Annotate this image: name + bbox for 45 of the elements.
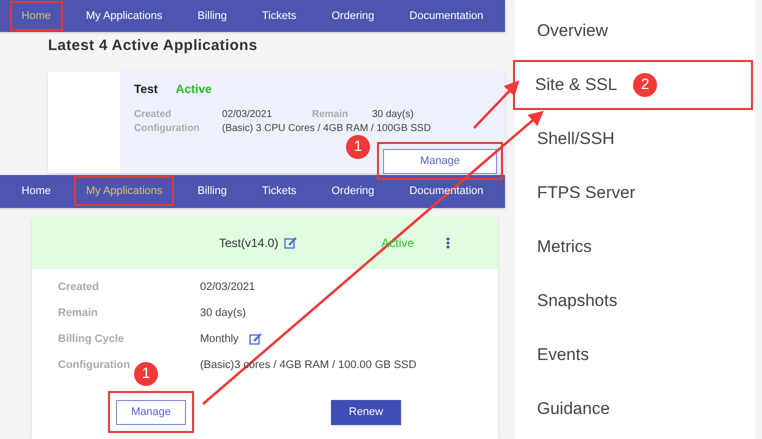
- field-value: 30 day(s): [200, 306, 246, 322]
- menu-item[interactable]: Metrics: [515, 222, 755, 272]
- nav-tab[interactable]: Home: [10, 176, 63, 206]
- field-label: Configuration: [58, 359, 130, 372]
- nav-tab[interactable]: Tickets: [250, 1, 308, 32]
- step-badge: 1: [134, 362, 158, 386]
- nav-tab[interactable]: Documentation: [397, 1, 496, 32]
- nav-tab[interactable]: My Applications: [74, 1, 174, 32]
- menu-item[interactable]: Shell/SSH: [515, 114, 755, 164]
- menu-item[interactable]: Events: [515, 330, 755, 380]
- menu-item[interactable]: Snapshots: [515, 276, 755, 326]
- menu-item[interactable]: FTPS Server: [515, 168, 755, 218]
- page-heading: Latest 4 Active Applications: [48, 36, 258, 56]
- nav-tab[interactable]: Billing: [186, 176, 239, 206]
- nav-tab[interactable]: Home: [10, 1, 63, 32]
- field-label: Created: [58, 281, 99, 294]
- manage-button[interactable]: Manage: [116, 400, 186, 425]
- field-value: 02/03/2021: [200, 280, 256, 296]
- nav-tab[interactable]: Ordering: [320, 1, 386, 32]
- app-name: Test(v14.0): [219, 234, 278, 252]
- field-value: 30 day(s): [372, 108, 414, 122]
- menu-item[interactable]: Site & SSL 2: [513, 60, 753, 110]
- field-label: Configuration: [134, 122, 201, 136]
- field-value: Monthly: [200, 332, 239, 348]
- renew-button[interactable]: Renew: [331, 400, 401, 425]
- field-label: Created: [134, 108, 172, 122]
- menu-item[interactable]: Overview: [515, 6, 755, 56]
- nav-tab[interactable]: Billing: [186, 1, 239, 32]
- nav-tab[interactable]: My Applications: [74, 176, 174, 206]
- edit-icon[interactable]: [248, 333, 262, 346]
- field-value: (Basic) 3 CPU Cores / 4GB RAM / 100GB SSD: [222, 122, 431, 136]
- field-label: Remain: [312, 108, 350, 122]
- field-label: Remain: [58, 307, 98, 320]
- field-label: Billing Cycle: [58, 333, 124, 346]
- status-label: Active: [176, 80, 212, 98]
- nav-tab[interactable]: Ordering: [320, 176, 386, 206]
- menu-item[interactable]: Guidance: [515, 384, 755, 434]
- step-badge: 1: [346, 134, 370, 159]
- nav-tab[interactable]: Tickets: [250, 176, 308, 206]
- manage-button[interactable]: Manage: [383, 148, 497, 174]
- step-badge: 2: [633, 73, 658, 97]
- app-name: Test: [134, 80, 158, 98]
- field-value: 02/03/2021: [222, 108, 274, 122]
- edit-icon[interactable]: [284, 236, 298, 249]
- more-icon[interactable]: [446, 236, 450, 249]
